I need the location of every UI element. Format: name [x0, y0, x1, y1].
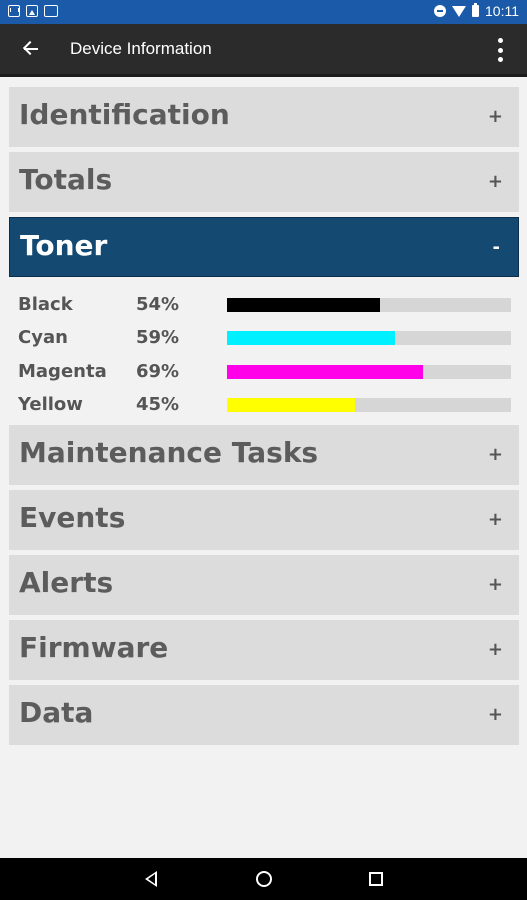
toner-name: Yellow: [18, 394, 83, 415]
system-nav-bar: [0, 858, 527, 900]
more-vert-icon[interactable]: [490, 36, 510, 64]
toner-level-bar: [227, 365, 511, 379]
section-data[interactable]: Data +: [9, 685, 519, 745]
section-title: Data: [19, 696, 94, 729]
toner-level-fill: [227, 331, 395, 345]
section-toner[interactable]: Toner -: [9, 217, 519, 277]
section-title: Firmware: [19, 631, 169, 664]
do-not-disturb-icon: [434, 5, 446, 17]
toner-row-yellow: Yellow 45%: [18, 392, 518, 418]
section-events[interactable]: Events +: [9, 490, 519, 550]
expand-icon: +: [487, 509, 503, 530]
status-bar: 10:11: [0, 0, 527, 24]
toner-level-bar: [227, 331, 511, 345]
wifi-icon: [452, 5, 466, 17]
section-title: Identification: [19, 98, 230, 131]
expand-icon: +: [487, 639, 503, 660]
expand-icon: +: [487, 444, 503, 465]
expand-icon: +: [487, 704, 503, 725]
section-title: Alerts: [19, 566, 114, 599]
toner-name: Magenta: [18, 361, 107, 382]
toner-level-bar: [227, 398, 511, 412]
toner-percent: 54%: [136, 294, 180, 315]
expand-icon: +: [487, 106, 503, 127]
section-identification[interactable]: Identification +: [9, 87, 519, 147]
toner-percent: 59%: [136, 327, 180, 348]
collapse-icon: -: [492, 237, 500, 258]
section-title: Events: [19, 501, 126, 534]
section-title: Maintenance Tasks: [19, 436, 319, 469]
nav-home-icon[interactable]: [256, 871, 272, 887]
section-title: Toner: [20, 229, 108, 262]
sms-icon: [44, 5, 58, 17]
toner-percent: 45%: [136, 394, 180, 415]
app-bar: Device Information: [0, 24, 527, 77]
section-totals[interactable]: Totals +: [9, 152, 519, 212]
battery-icon: [472, 3, 479, 17]
toner-level-fill: [227, 298, 381, 312]
section-maintenance-tasks[interactable]: Maintenance Tasks +: [9, 425, 519, 485]
nav-back-icon[interactable]: [145, 871, 157, 887]
toner-percent: 69%: [136, 361, 180, 382]
notification-icons: [8, 5, 58, 17]
section-title: Totals: [19, 163, 113, 196]
toner-name: Cyan: [18, 327, 68, 348]
toner-row-black: Black 54%: [18, 292, 518, 318]
toner-level-fill: [227, 365, 423, 379]
image-icon: [26, 5, 38, 17]
gmail-icon: [8, 5, 20, 17]
nav-recents-icon[interactable]: [369, 872, 383, 886]
section-firmware[interactable]: Firmware +: [9, 620, 519, 680]
page-title: Device Information: [70, 39, 212, 58]
system-icons: 10:11: [434, 3, 519, 19]
clock: 10:11: [485, 3, 519, 19]
toner-row-cyan: Cyan 59%: [18, 325, 518, 351]
expand-icon: +: [487, 171, 503, 192]
toner-level-bar: [227, 298, 511, 312]
section-alerts[interactable]: Alerts +: [9, 555, 519, 615]
toner-name: Black: [18, 294, 73, 315]
arrow-back-icon[interactable]: [20, 37, 44, 61]
toner-level-fill: [227, 398, 355, 412]
expand-icon: +: [487, 574, 503, 595]
toner-row-magenta: Magenta 69%: [18, 359, 518, 385]
